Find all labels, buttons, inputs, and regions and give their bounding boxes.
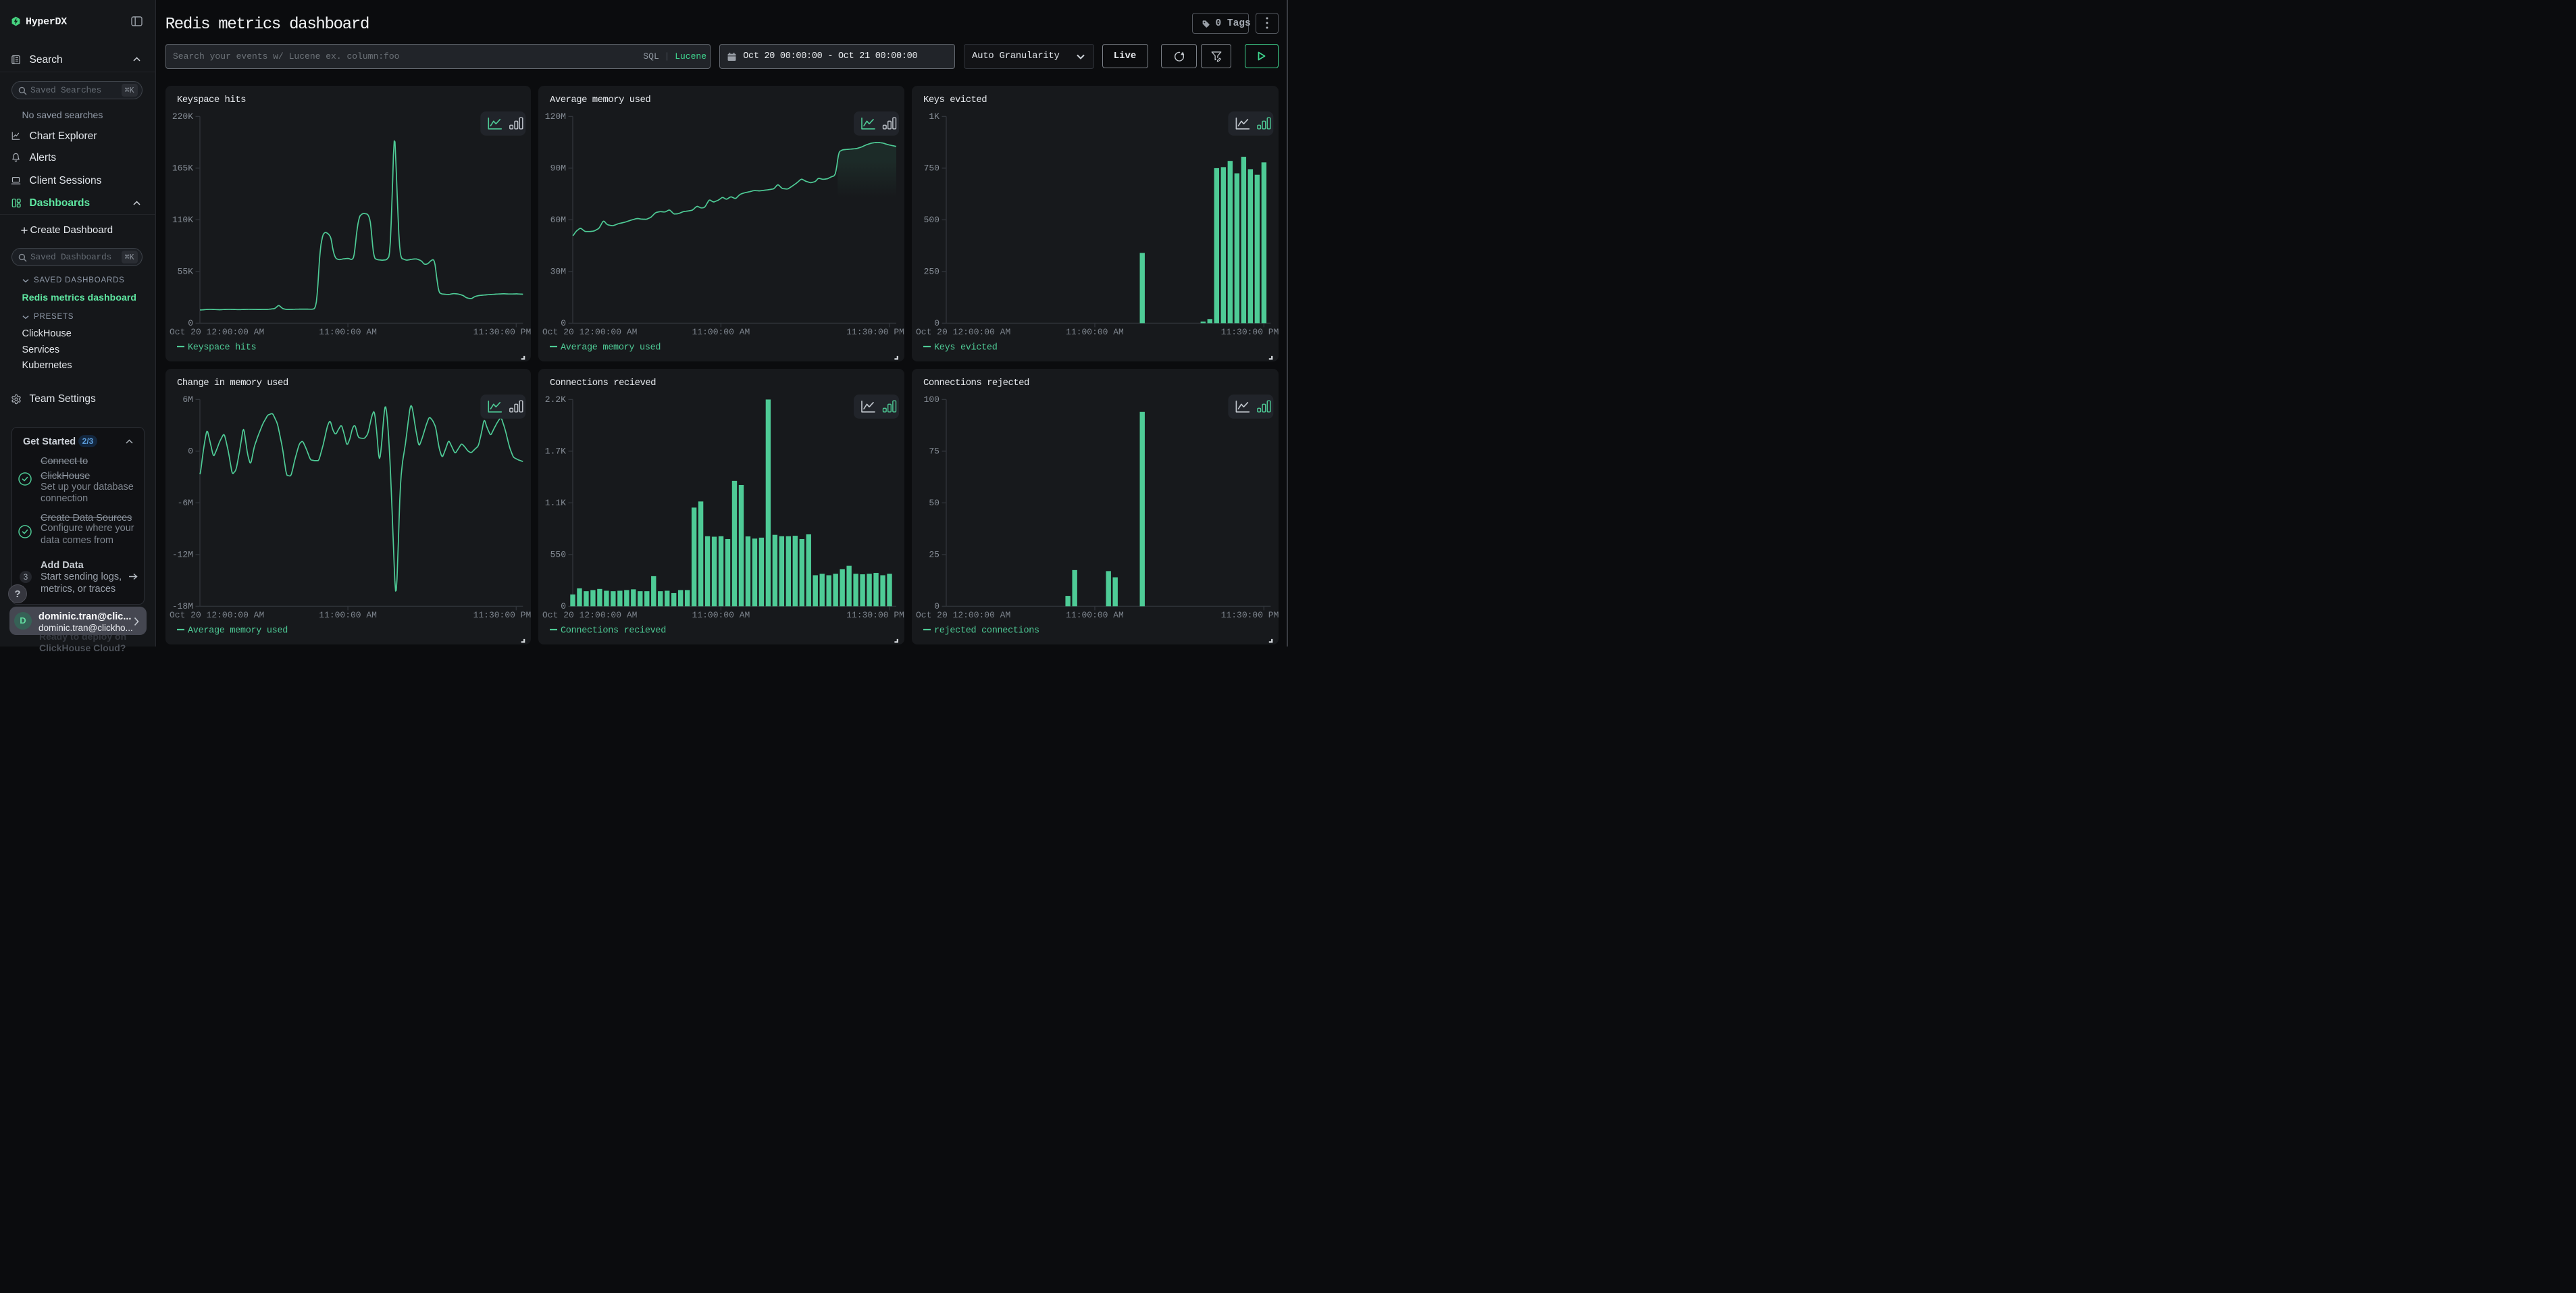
svg-text:rejected connections: rejected connections	[933, 626, 1039, 636]
svg-text:11:30:00 PM: 11:30:00 PM	[473, 327, 532, 337]
svg-text:Keyspace hits: Keyspace hits	[188, 343, 256, 353]
svg-text:1.7K: 1.7K	[545, 446, 566, 456]
svg-text:Keys evicted: Keys evicted	[933, 343, 997, 353]
svg-text:-12M: -12M	[172, 549, 193, 559]
svg-text:Keyspace hits: Keyspace hits	[177, 95, 246, 105]
svg-text:Connections rejected: Connections rejected	[923, 378, 1029, 388]
svg-text:750: 750	[923, 163, 939, 173]
svg-text:11:00:00 AM: 11:00:00 AM	[319, 610, 377, 620]
svg-text:1K: 1K	[929, 111, 939, 122]
svg-text:90M: 90M	[550, 163, 566, 173]
svg-text:Keys evicted: Keys evicted	[923, 95, 986, 105]
svg-text:11:30:00 PM: 11:30:00 PM	[473, 610, 532, 620]
svg-text:Oct 20 12:00:00 AM: Oct 20 12:00:00 AM	[915, 610, 1010, 620]
svg-text:Average memory used: Average memory used	[561, 343, 661, 353]
svg-text:220K: 220K	[172, 111, 193, 122]
svg-text:75: 75	[929, 446, 939, 456]
svg-text:500: 500	[923, 215, 939, 225]
svg-text:250: 250	[923, 266, 939, 276]
svg-text:11:00:00 AM: 11:00:00 AM	[692, 610, 750, 620]
svg-text:Oct 20 12:00:00 AM: Oct 20 12:00:00 AM	[170, 327, 264, 337]
svg-text:Change in memory used: Change in memory used	[177, 378, 288, 388]
svg-text:Average memory used: Average memory used	[188, 626, 288, 636]
svg-text:11:00:00 AM: 11:00:00 AM	[1066, 327, 1124, 337]
svg-text:2.2K: 2.2K	[545, 395, 566, 405]
svg-text:Connections recieved: Connections recieved	[550, 378, 656, 388]
svg-text:Connections recieved: Connections recieved	[561, 626, 666, 636]
svg-text:60M: 60M	[550, 215, 566, 225]
svg-text:11:30:00 PM: 11:30:00 PM	[846, 327, 904, 337]
svg-text:11:30:00 PM: 11:30:00 PM	[1220, 327, 1279, 337]
svg-text:Oct 20 12:00:00 AM: Oct 20 12:00:00 AM	[915, 327, 1010, 337]
svg-text:11:00:00 AM: 11:00:00 AM	[692, 327, 750, 337]
svg-text:100: 100	[923, 395, 939, 405]
svg-text:11:00:00 AM: 11:00:00 AM	[319, 327, 377, 337]
svg-text:11:30:00 PM: 11:30:00 PM	[1220, 610, 1279, 620]
svg-text:165K: 165K	[172, 163, 193, 173]
svg-text:Oct 20 12:00:00 AM: Oct 20 12:00:00 AM	[542, 610, 637, 620]
svg-text:Oct 20 12:00:00 AM: Oct 20 12:00:00 AM	[170, 610, 264, 620]
svg-text:55K: 55K	[178, 266, 194, 276]
svg-text:Average memory used: Average memory used	[550, 95, 650, 105]
svg-text:1.1K: 1.1K	[545, 498, 566, 508]
svg-text:6M: 6M	[182, 395, 193, 405]
svg-text:11:30:00 PM: 11:30:00 PM	[846, 610, 904, 620]
svg-text:0: 0	[188, 446, 193, 456]
svg-text:50: 50	[929, 498, 939, 508]
svg-text:30M: 30M	[550, 266, 566, 276]
svg-text:Oct 20 12:00:00 AM: Oct 20 12:00:00 AM	[542, 327, 637, 337]
svg-text:550: 550	[550, 549, 566, 559]
svg-text:120M: 120M	[545, 111, 566, 122]
svg-text:-6M: -6M	[178, 498, 193, 508]
svg-text:110K: 110K	[172, 215, 193, 225]
svg-text:25: 25	[929, 549, 939, 559]
svg-text:11:00:00 AM: 11:00:00 AM	[1066, 610, 1124, 620]
